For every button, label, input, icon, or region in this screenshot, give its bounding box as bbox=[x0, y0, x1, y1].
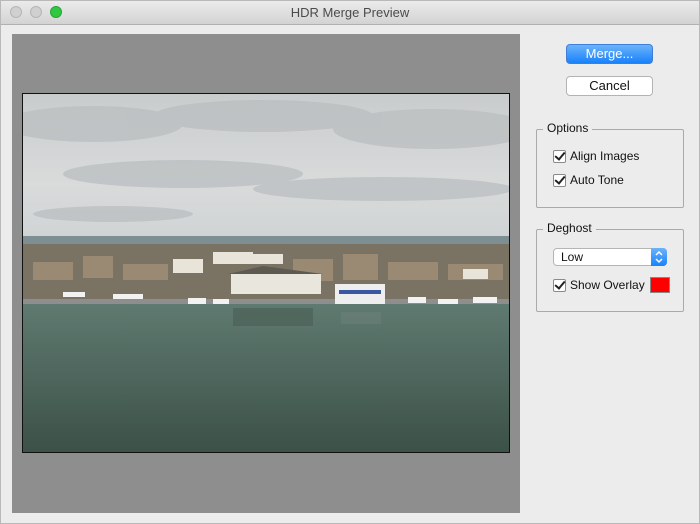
align-images-label: Align Images bbox=[570, 149, 640, 163]
overlay-color-swatch[interactable] bbox=[650, 277, 670, 293]
show-overlay-option[interactable]: Show Overlay bbox=[553, 277, 645, 293]
hdr-preview-image bbox=[22, 93, 510, 453]
title-bar: HDR Merge Preview bbox=[1, 1, 699, 25]
align-images-option[interactable]: Align Images bbox=[553, 148, 639, 164]
align-images-checkbox[interactable] bbox=[553, 149, 566, 163]
options-legend: Options bbox=[543, 121, 593, 135]
show-overlay-checkbox[interactable] bbox=[553, 278, 566, 292]
deghost-level-value: Low bbox=[561, 250, 584, 264]
up-down-chevron-icon[interactable] bbox=[651, 248, 667, 266]
show-overlay-label: Show Overlay bbox=[570, 278, 645, 292]
merge-button[interactable]: Merge... bbox=[566, 44, 653, 64]
auto-tone-checkbox[interactable] bbox=[553, 173, 566, 187]
cancel-button[interactable]: Cancel bbox=[566, 76, 653, 96]
deghost-level-select[interactable]: Low bbox=[553, 248, 667, 266]
hdr-merge-preview-window: HDR Merge Preview Merge... Cancel Option… bbox=[0, 0, 700, 524]
auto-tone-label: Auto Tone bbox=[570, 173, 624, 187]
auto-tone-option[interactable]: Auto Tone bbox=[553, 172, 624, 188]
deghost-legend: Deghost bbox=[543, 221, 596, 235]
window-title: HDR Merge Preview bbox=[290, 5, 410, 20]
preview-area bbox=[12, 34, 520, 513]
deghost-group: Deghost Low Show Overlay bbox=[536, 221, 684, 312]
options-group: Options Align Images Auto Tone bbox=[536, 121, 684, 208]
